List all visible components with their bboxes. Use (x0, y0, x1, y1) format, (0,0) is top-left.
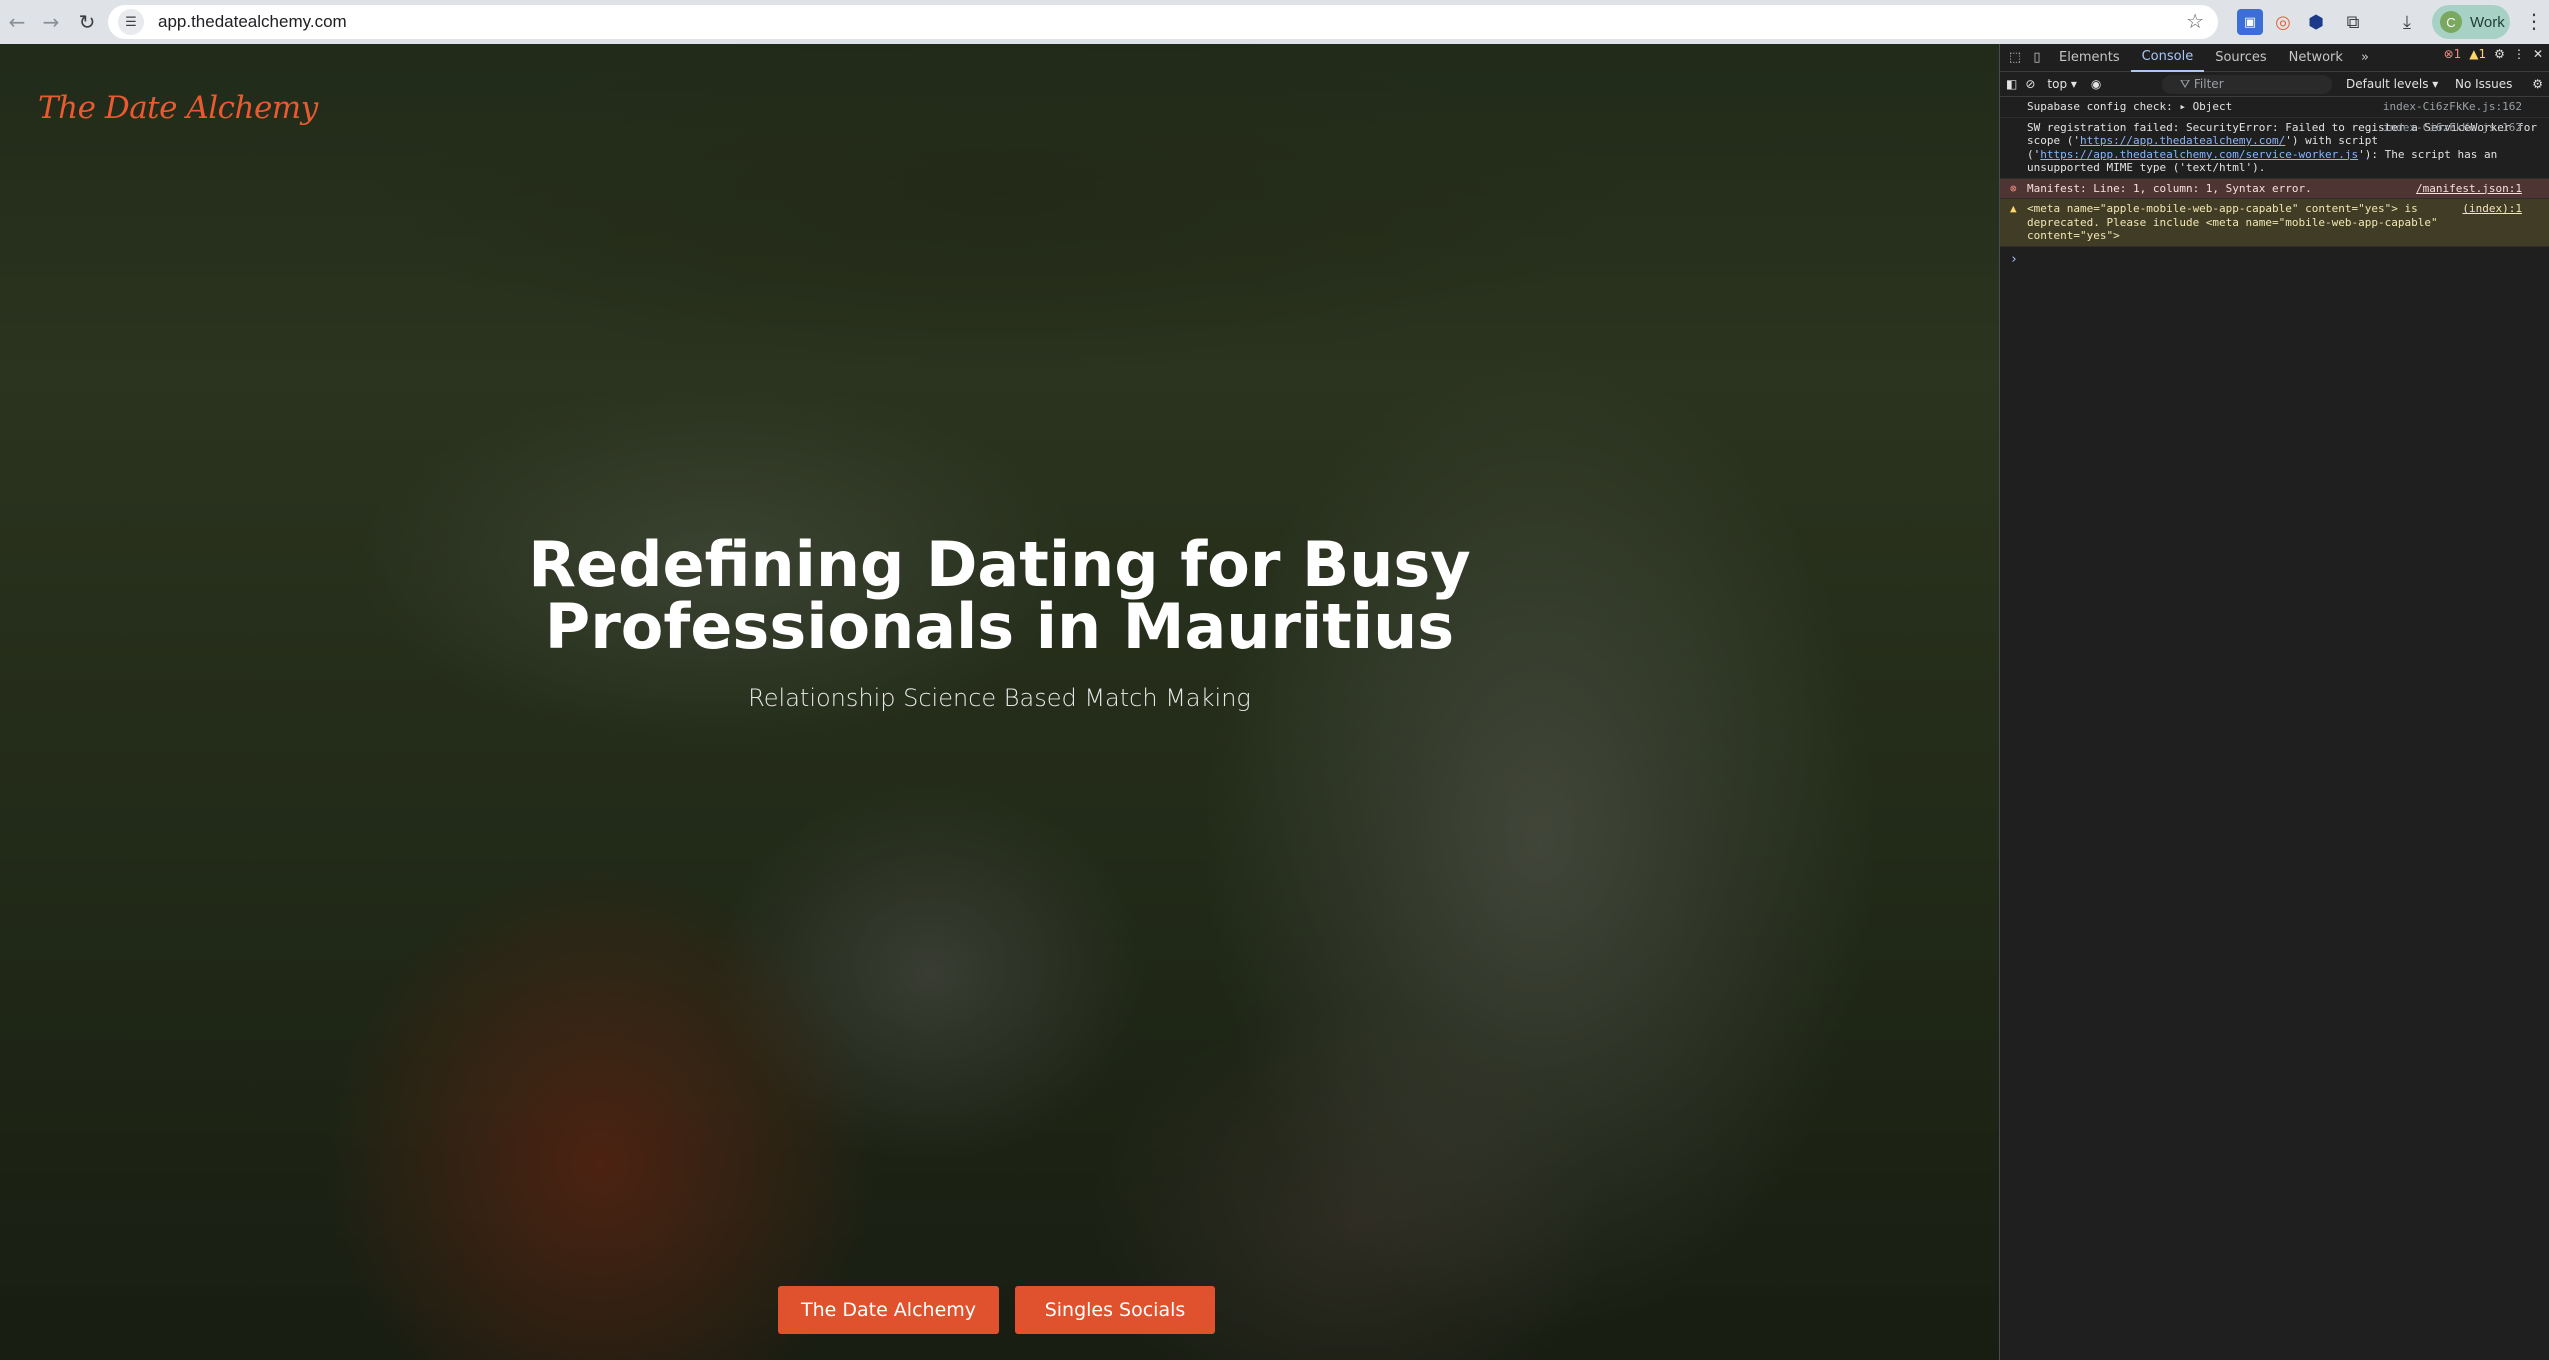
singles-socials-button[interactable]: Singles Socials (1015, 1286, 1215, 1334)
log-levels-dropdown[interactable]: Default levels ▾ (2346, 77, 2438, 91)
error-count: 1 (2453, 47, 2462, 61)
warning-icon: ▲ (2010, 202, 2017, 215)
url-text[interactable]: app.thedatealchemy.com (158, 12, 347, 32)
back-icon[interactable]: ← (0, 5, 34, 39)
console-settings-icon[interactable]: ⚙ (2532, 77, 2543, 91)
tab-network[interactable]: Network (2278, 44, 2354, 72)
error-icon: ⊗ (2010, 181, 2017, 195)
avatar: C (2440, 11, 2462, 33)
context-label: top (2047, 77, 2068, 91)
warning-count-badge[interactable]: ▲1 (2469, 47, 2486, 61)
message-text: Manifest: Line: 1, column: 1, Syntax err… (2027, 181, 2312, 195)
settings-gear-icon[interactable]: ⚙ (2494, 47, 2505, 61)
warning-count: 1 (2478, 47, 2487, 61)
close-icon[interactable]: ✕ (2533, 47, 2543, 61)
message-source-link[interactable]: index-Ci6zFkKe.js:162 (2383, 100, 2522, 114)
issues-button[interactable]: No Issues (2455, 77, 2512, 91)
message-source-link[interactable]: /manifest.json:1 (2416, 182, 2522, 196)
message-source-link[interactable]: (index):1 (2462, 202, 2522, 216)
extension-icon[interactable]: ▣ (2237, 9, 2263, 35)
extension-icon[interactable]: ◎ (2270, 9, 2296, 35)
extension-icon[interactable]: ⬢ (2303, 9, 2329, 35)
download-icon[interactable]: ⤓ (2394, 9, 2420, 35)
message-source-link[interactable]: index-Ci6zFkKe.js:162 (2383, 121, 2522, 135)
profile-label: Work (2470, 13, 2505, 31)
more-tabs-icon[interactable]: » (2354, 47, 2376, 69)
bookmark-star-icon[interactable]: ☆ (2186, 9, 2204, 33)
hero-title-line: Professionals in Mauritius (544, 590, 1455, 663)
sidebar-toggle-icon[interactable]: ◧ (2006, 77, 2017, 91)
browser-toolbar: ← → ↻ ☰ app.thedatealchemy.com ☆ ▣ ◎ ⬢ ⧉… (0, 0, 2549, 44)
devtools-panel: ⬚ ▯ Elements Console Sources Network » ⊗… (1999, 44, 2549, 1360)
site-info-icon[interactable]: ☰ (118, 9, 144, 35)
extensions-puzzle-icon[interactable]: ⧉ (2340, 9, 2366, 35)
hero-title-line: Redefining Dating for Busy (528, 528, 1471, 601)
error-count-badge[interactable]: ⊗1 (2444, 47, 2462, 61)
message-text: <meta name="apple-mobile-web-app-capable… (2027, 202, 2438, 242)
levels-label: Default levels (2346, 77, 2429, 91)
hero-title: Redefining Dating for Busy Professionals… (0, 534, 1999, 658)
site-logo[interactable]: The Date Alchemy (38, 90, 318, 126)
the-date-alchemy-button[interactable]: The Date Alchemy (778, 1286, 999, 1334)
console-error-message: ⊗ Manifest: Line: 1, column: 1, Syntax e… (2000, 178, 2549, 199)
hero-subtitle: Relationship Science Based Match Making (748, 684, 1251, 712)
reload-icon[interactable]: ↻ (70, 5, 104, 39)
browser-menu-icon[interactable]: ⋮ (2522, 9, 2546, 35)
console-toolbar: ◧ ⊘ top ▾ ◉ ⛛ Filter Default levels ▾ No… (2000, 72, 2549, 97)
tab-sources[interactable]: Sources (2204, 44, 2277, 72)
hero-section: The Date Alchemy Redefining Dating for B… (0, 44, 1999, 1360)
message-text: Supabase config check: ▸ Object (2027, 100, 2233, 113)
devtools-tabbar: ⬚ ▯ Elements Console Sources Network » ⊗… (2000, 44, 2549, 72)
script-url-link[interactable]: https://app.thedatealchemy.com/service-w… (2040, 148, 2358, 161)
address-bar[interactable]: ☰ app.thedatealchemy.com ☆ (108, 5, 2218, 39)
profile-button[interactable]: C Work (2432, 5, 2510, 39)
more-options-icon[interactable]: ⋮ (2513, 47, 2525, 61)
context-selector[interactable]: top ▾ (2047, 77, 2077, 91)
console-warning-message: ▲ (index):1 <meta name="apple-mobile-web… (2000, 199, 2549, 247)
device-toolbar-icon[interactable]: ▯ (2026, 47, 2048, 69)
filter-placeholder: Filter (2193, 77, 2224, 91)
tab-elements[interactable]: Elements (2048, 44, 2131, 72)
live-expression-eye-icon[interactable]: ◉ (2091, 77, 2101, 91)
scope-url-link[interactable]: https://app.thedatealchemy.com/ (2080, 134, 2285, 147)
inspect-element-icon[interactable]: ⬚ (2004, 47, 2026, 69)
forward-icon[interactable]: → (34, 5, 68, 39)
clear-console-icon[interactable]: ⊘ (2025, 77, 2035, 91)
tab-console[interactable]: Console (2130, 44, 2205, 72)
console-messages: Supabase config check: ▸ Object index-Ci… (2000, 97, 2549, 272)
console-message: Supabase config check: ▸ Object index-Ci… (2000, 97, 2549, 118)
console-prompt[interactable]: › (2000, 247, 2549, 273)
console-message: index-Ci6zFkKe.js:162 SW registration fa… (2000, 118, 2549, 179)
console-filter-input[interactable]: ⛛ Filter (2162, 75, 2332, 94)
